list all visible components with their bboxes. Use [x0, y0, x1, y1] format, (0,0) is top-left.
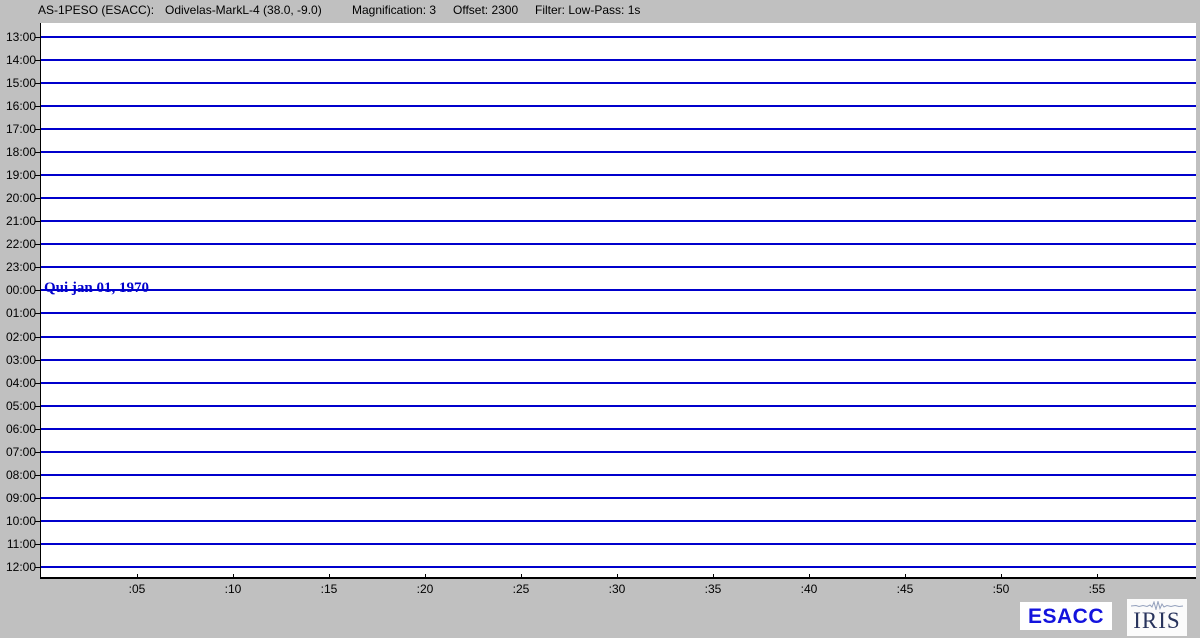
hour-label: 04:00 [0, 376, 36, 390]
trace-line [41, 289, 1196, 291]
minute-tick [617, 574, 618, 578]
trace-line [41, 474, 1196, 476]
hour-label: 00:00 [0, 283, 36, 297]
hour-label: 03:00 [0, 353, 36, 367]
trace-line [41, 543, 1196, 545]
minute-label: :35 [693, 582, 733, 596]
trace-line [41, 151, 1196, 153]
minute-tick [1001, 574, 1002, 578]
minute-label: :05 [117, 582, 157, 596]
hour-label: 11:00 [0, 537, 36, 551]
sensor-label: Odivelas-MarkL-4 (38.0, -9.0) [165, 3, 322, 17]
hour-label: 14:00 [0, 53, 36, 67]
trace-line [41, 82, 1196, 84]
hour-label: 02:00 [0, 330, 36, 344]
iris-logo: IRIS [1127, 599, 1187, 636]
station-label: AS-1PESO (ESACC): [38, 3, 154, 17]
trace-line [41, 197, 1196, 199]
hour-label: 10:00 [0, 514, 36, 528]
hour-label: 06:00 [0, 422, 36, 436]
minute-tick [809, 574, 810, 578]
minute-label: :25 [501, 582, 541, 596]
hour-label: 15:00 [0, 76, 36, 90]
minute-label: :20 [405, 582, 445, 596]
minute-label: :45 [885, 582, 925, 596]
hour-label: 08:00 [0, 468, 36, 482]
trace-line [41, 128, 1196, 130]
trace-line [41, 266, 1196, 268]
minute-label: :50 [981, 582, 1021, 596]
esacc-logo: ESACC [1020, 602, 1112, 630]
hour-label: 20:00 [0, 191, 36, 205]
minute-tick [137, 574, 138, 578]
hour-label: 22:00 [0, 237, 36, 251]
trace-line [41, 59, 1196, 61]
trace-line [41, 36, 1196, 38]
trace-line [41, 405, 1196, 407]
hour-label: 07:00 [0, 445, 36, 459]
offset-label: Offset: 2300 [453, 3, 518, 17]
minute-tick [713, 574, 714, 578]
minute-tick [521, 574, 522, 578]
iris-logo-text: IRIS [1127, 610, 1187, 632]
trace-line [41, 566, 1196, 568]
minute-label: :30 [597, 582, 637, 596]
hour-label: 01:00 [0, 306, 36, 320]
hour-label: 18:00 [0, 145, 36, 159]
hour-label: 17:00 [0, 122, 36, 136]
trace-line [41, 359, 1196, 361]
hour-label: 12:00 [0, 560, 36, 574]
hour-label: 13:00 [0, 30, 36, 44]
minute-tick [233, 574, 234, 578]
date-annotation: Qui jan 01, 1970 [44, 280, 149, 297]
hour-label: 21:00 [0, 214, 36, 228]
esacc-logo-text: ESACC [1028, 606, 1104, 627]
trace-line [41, 428, 1196, 430]
trace-line [41, 497, 1196, 499]
trace-line [41, 220, 1196, 222]
minute-label: :15 [309, 582, 349, 596]
trace-line [41, 243, 1196, 245]
minute-tick [425, 574, 426, 578]
trace-line [41, 174, 1196, 176]
hour-label: 09:00 [0, 491, 36, 505]
hour-label: 16:00 [0, 99, 36, 113]
hour-label: 19:00 [0, 168, 36, 182]
filter-label: Filter: Low-Pass: 1s [535, 3, 640, 17]
magnification-label: Magnification: 3 [352, 3, 436, 17]
trace-line [41, 382, 1196, 384]
trace-line [41, 451, 1196, 453]
trace-line [41, 336, 1196, 338]
helicorder-window: AS-1PESO (ESACC): Odivelas-MarkL-4 (38.0… [0, 0, 1200, 638]
trace-line [41, 105, 1196, 107]
minute-tick [905, 574, 906, 578]
minute-label: :40 [789, 582, 829, 596]
hour-label: 05:00 [0, 399, 36, 413]
minute-label: :10 [213, 582, 253, 596]
minute-tick [1097, 574, 1098, 578]
minute-label: :55 [1077, 582, 1117, 596]
trace-line [41, 312, 1196, 314]
hour-label: 23:00 [0, 260, 36, 274]
minute-tick [329, 574, 330, 578]
trace-line [41, 520, 1196, 522]
